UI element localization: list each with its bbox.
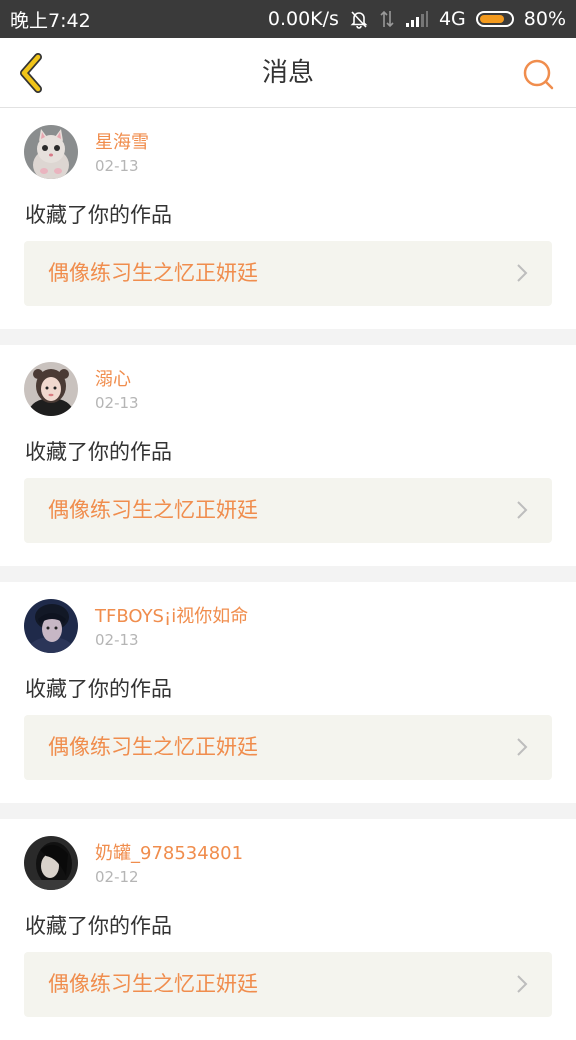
divider: [0, 803, 576, 819]
work-title: 偶像练习生之忆正妍廷: [48, 735, 258, 759]
username[interactable]: TFBOYS¡i视你如命: [95, 602, 248, 628]
message-item: 奶罐_978534801 02-12 收藏了你的作品 偶像练习生之忆正妍廷: [0, 819, 576, 1040]
avatar[interactable]: [24, 362, 78, 416]
header: 消息: [0, 38, 576, 108]
search-button[interactable]: [518, 54, 558, 94]
message-list: 星海雪 02-13 收藏了你的作品 偶像练习生之忆正妍廷 溺心 02-13 收藏…: [0, 108, 576, 1040]
data-transfer-icon: [379, 9, 395, 29]
battery-icon: [475, 11, 514, 27]
status-bar: 晚上7:42 0.00K/s 4G 80%: [0, 0, 576, 38]
work-link[interactable]: 偶像练习生之忆正妍廷: [24, 241, 552, 306]
message-date: 02-12: [95, 868, 139, 886]
divider: [0, 329, 576, 345]
avatar[interactable]: [24, 836, 78, 890]
network-type: 4G: [438, 8, 466, 30]
work-link[interactable]: 偶像练习生之忆正妍廷: [24, 478, 552, 543]
message-action: 收藏了你的作品: [25, 677, 172, 701]
search-icon: [523, 59, 554, 90]
message-date: 02-13: [95, 631, 139, 649]
username[interactable]: 奶罐_978534801: [95, 839, 243, 865]
message-action: 收藏了你的作品: [25, 440, 172, 464]
message-date: 02-13: [95, 394, 139, 412]
avatar[interactable]: [24, 125, 78, 179]
chevron-right-icon: [517, 501, 528, 519]
message-date: 02-13: [95, 157, 139, 175]
silent-bell-icon: [349, 9, 369, 29]
message-item: 溺心 02-13 收藏了你的作品 偶像练习生之忆正妍廷: [0, 345, 576, 566]
message-action: 收藏了你的作品: [25, 914, 172, 938]
status-time: 晚上7:42: [10, 9, 91, 32]
message-action: 收藏了你的作品: [25, 203, 172, 227]
network-speed: 0.00K/s: [267, 8, 339, 30]
chevron-right-icon: [517, 738, 528, 756]
page-title: 消息: [261, 58, 314, 88]
work-title: 偶像练习生之忆正妍廷: [48, 972, 258, 996]
signal-icon: [405, 10, 429, 28]
chevron-right-icon: [517, 975, 528, 993]
battery-percent: 80%: [523, 8, 566, 30]
work-link[interactable]: 偶像练习生之忆正妍廷: [24, 952, 552, 1017]
username[interactable]: 溺心: [95, 365, 131, 391]
message-item: TFBOYS¡i视你如命 02-13 收藏了你的作品 偶像练习生之忆正妍廷: [0, 582, 576, 803]
avatar[interactable]: [24, 599, 78, 653]
divider: [0, 566, 576, 582]
work-link[interactable]: 偶像练习生之忆正妍廷: [24, 715, 552, 780]
chevron-right-icon: [517, 264, 528, 282]
message-item: 星海雪 02-13 收藏了你的作品 偶像练习生之忆正妍廷: [0, 108, 576, 329]
work-title: 偶像练习生之忆正妍廷: [48, 498, 258, 522]
username[interactable]: 星海雪: [95, 128, 149, 154]
work-title: 偶像练习生之忆正妍廷: [48, 261, 258, 285]
